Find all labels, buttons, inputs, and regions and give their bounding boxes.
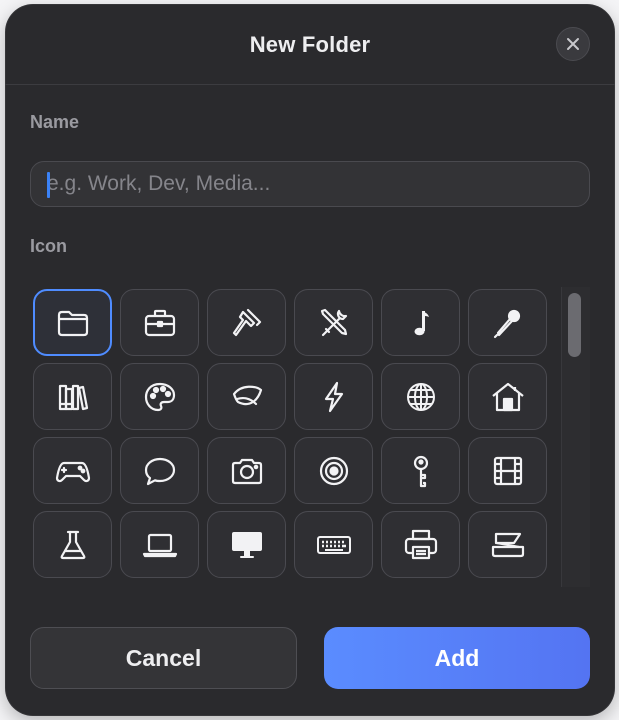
text-caret	[47, 172, 50, 198]
dialog-header: New Folder	[5, 4, 615, 85]
film-icon	[493, 456, 522, 485]
icon-option-key[interactable]	[381, 437, 460, 504]
icon-option-palette[interactable]	[120, 363, 199, 430]
icon-option-desktop[interactable]	[207, 511, 286, 578]
icon-option-target[interactable]	[294, 437, 373, 504]
icon-option-keyboard[interactable]	[294, 511, 373, 578]
speech-bubble-icon	[144, 457, 175, 485]
keyboard-icon	[316, 535, 351, 554]
books-icon	[58, 384, 88, 410]
icon-label: Icon	[30, 236, 68, 256]
tools-icon	[320, 308, 347, 336]
dialog-title: New Folder	[249, 32, 371, 57]
icon-option-folder[interactable]	[33, 289, 112, 356]
leaf-icon	[232, 385, 262, 405]
icon-grid-scrollbar-thumb[interactable]	[568, 293, 581, 357]
lightning-icon	[324, 381, 343, 412]
add-button[interactable]: Add	[324, 627, 590, 689]
scanner-icon	[491, 532, 524, 557]
icon-option-camera[interactable]	[207, 437, 286, 504]
printer-icon	[404, 529, 437, 559]
flask-icon	[60, 530, 85, 559]
folder-name-input[interactable]	[30, 161, 590, 207]
hammer-icon	[232, 308, 261, 336]
icon-option-gamepad[interactable]	[33, 437, 112, 504]
new-folder-dialog: New Folder Name Icon	[5, 4, 615, 716]
icon-option-flask[interactable]	[33, 511, 112, 578]
icon-option-globe[interactable]	[381, 363, 460, 430]
icon-option-house[interactable]	[468, 363, 547, 430]
icon-option-tools[interactable]	[294, 289, 373, 356]
laptop-icon	[142, 533, 177, 557]
icon-option-music-note[interactable]	[381, 289, 460, 356]
icon-option-printer[interactable]	[381, 511, 460, 578]
gamepad-icon	[55, 461, 90, 482]
close-icon	[567, 38, 579, 50]
key-icon	[413, 455, 428, 487]
desktop-icon	[231, 531, 262, 558]
target-icon	[319, 456, 348, 485]
close-button[interactable]	[556, 27, 590, 61]
palette-icon	[144, 382, 175, 411]
microphone-icon	[493, 309, 520, 338]
icon-picker-grid	[33, 289, 551, 578]
house-icon	[491, 382, 524, 411]
icon-option-laptop[interactable]	[120, 511, 199, 578]
folder-icon	[57, 310, 88, 336]
cancel-button[interactable]: Cancel	[30, 627, 297, 689]
icon-option-speech-bubble[interactable]	[120, 437, 199, 504]
icon-option-lightning[interactable]	[294, 363, 373, 430]
icon-option-microphone[interactable]	[468, 289, 547, 356]
music-note-icon	[414, 310, 429, 335]
icon-option-leaf[interactable]	[207, 363, 286, 430]
icon-option-books[interactable]	[33, 363, 112, 430]
icon-option-hammer[interactable]	[207, 289, 286, 356]
name-label: Name	[30, 112, 80, 132]
globe-icon	[406, 382, 435, 411]
icon-option-briefcase[interactable]	[120, 289, 199, 356]
icon-option-film[interactable]	[468, 437, 547, 504]
briefcase-icon	[144, 309, 175, 336]
camera-icon	[231, 458, 262, 484]
icon-option-scanner[interactable]	[468, 511, 547, 578]
